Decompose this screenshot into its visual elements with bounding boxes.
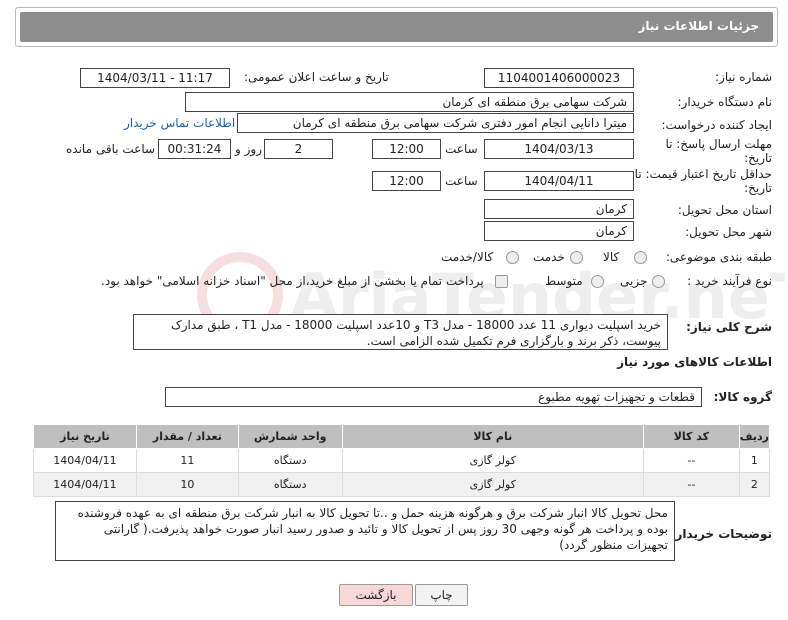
col-header-name: نام کالا [341,424,644,449]
city-field: کرمان [484,221,634,241]
table-header-row: ردیف کد کالا نام کالا واحد شمارش تعداد /… [33,424,771,449]
creator-field: میترا دانایی انجام امور دفتری شرکت سهامی… [237,113,634,133]
process-option-minor: جزیی [620,274,648,288]
price-validity-time-field: 12:00 [372,171,441,191]
col-header-row-number: ردیف [738,424,771,449]
province-field: کرمان [484,199,634,219]
category-radio-service[interactable] [570,251,583,264]
cell-row-number: 1 [738,448,771,473]
col-header-quantity: تعداد / مقدار [135,424,239,449]
deadline-time-field: 12:00 [372,139,441,159]
header-frame: جزئیات اطلاعات نیاز [15,7,778,47]
cell-unit: دستگاه [237,448,343,473]
cell-name: کولر گازی [341,472,644,497]
description-field: خرید اسپلیت دیواری 11 عدد 18000 - مدل T3… [133,314,668,350]
print-button[interactable]: چاپ [415,584,468,606]
deadline-date-field: 1404/03/13 [484,139,634,159]
days-field: 2 [264,139,333,159]
buyer-notes-label: توضیحات خریدار: [670,527,772,541]
col-header-unit: واحد شمارش [237,424,343,449]
city-label: شهر محل تحویل: [685,225,772,239]
deadline-label: مهلت ارسال پاسخ: تا تاریخ: [665,137,772,165]
goods-group-field: قطعات و تجهیزات تهویه مطبوع [165,387,702,407]
cell-code: -- [642,448,740,473]
cell-date: 1404/04/11 [33,448,137,473]
deadline-time-label: ساعت [445,142,478,156]
category-radio-goods-service[interactable] [506,251,519,264]
buyer-org-label: نام دستگاه خریدار: [677,95,773,109]
price-validity-time-label: ساعت [445,174,478,188]
col-header-date: تاریخ نیاز [33,424,137,449]
remaining-time-label: ساعت باقی مانده [66,142,156,156]
goods-info-title: اطلاعات کالاهای مورد نیاز [617,355,772,369]
category-option-goods-service: کالا/خدمت [441,250,494,264]
cell-name: کولر گازی [341,448,644,473]
buyer-notes-field: محل تحویل کالا انبار شرکت برق و هرگونه ه… [55,501,675,561]
table-row: 1 -- کولر گازی دستگاه 11 1404/04/11 [33,448,771,473]
buyer-contact-link[interactable]: اطلاعات تماس خریدار [124,116,235,130]
process-radio-minor[interactable] [652,275,665,288]
description-label: شرح کلی نیاز: [686,320,772,334]
back-button[interactable]: بازگشت [339,584,413,606]
page-title: جزئیات اطلاعات نیاز [638,19,759,33]
days-label: روز و [235,142,262,156]
col-header-code: کد کالا [642,424,740,449]
cell-date: 1404/04/11 [33,472,137,497]
need-number-label: شماره نیاز: [715,70,772,84]
treasury-payment-checkbox[interactable] [495,275,508,288]
category-option-goods: کالا [603,250,620,264]
price-validity-date-field: 1404/04/11 [484,171,634,191]
category-radio-goods[interactable] [634,251,647,264]
category-option-service: خدمت [533,250,565,264]
treasury-payment-note: پرداخت تمام یا بخشی از مبلغ خرید،از محل … [101,274,484,288]
remaining-time-field: 00:31:24 [158,139,231,159]
need-number-field: 1104001406000023 [484,68,634,88]
cell-quantity: 11 [135,448,239,473]
goods-group-label: گروه کالا: [713,390,772,404]
cell-code: -- [642,472,740,497]
header-bar: جزئیات اطلاعات نیاز [20,12,773,42]
buyer-org-field: شرکت سهامی برق منطقه ای کرمان [185,92,634,112]
table-row: 2 -- کولر گازی دستگاه 10 1404/04/11 [33,472,771,497]
goods-table: ردیف کد کالا نام کالا واحد شمارش تعداد /… [33,424,771,497]
process-type-label: نوع فرآیند خرید : [687,274,772,288]
price-validity-label: حداقل تاریخ اعتبار قیمت: تا تاریخ: [634,167,772,195]
province-label: استان محل تحویل: [677,203,772,217]
cell-quantity: 10 [135,472,239,497]
cell-row-number: 2 [738,472,771,497]
process-radio-medium[interactable] [591,275,604,288]
category-label: طبقه بندی موضوعی: [665,250,772,264]
announce-label: تاریخ و ساعت اعلان عمومی: [244,70,389,84]
creator-label: ایجاد کننده درخواست: [661,118,772,132]
announce-field: 1404/03/11 - 11:17 [80,68,230,88]
process-option-medium: متوسط [545,274,583,288]
cell-unit: دستگاه [237,472,343,497]
